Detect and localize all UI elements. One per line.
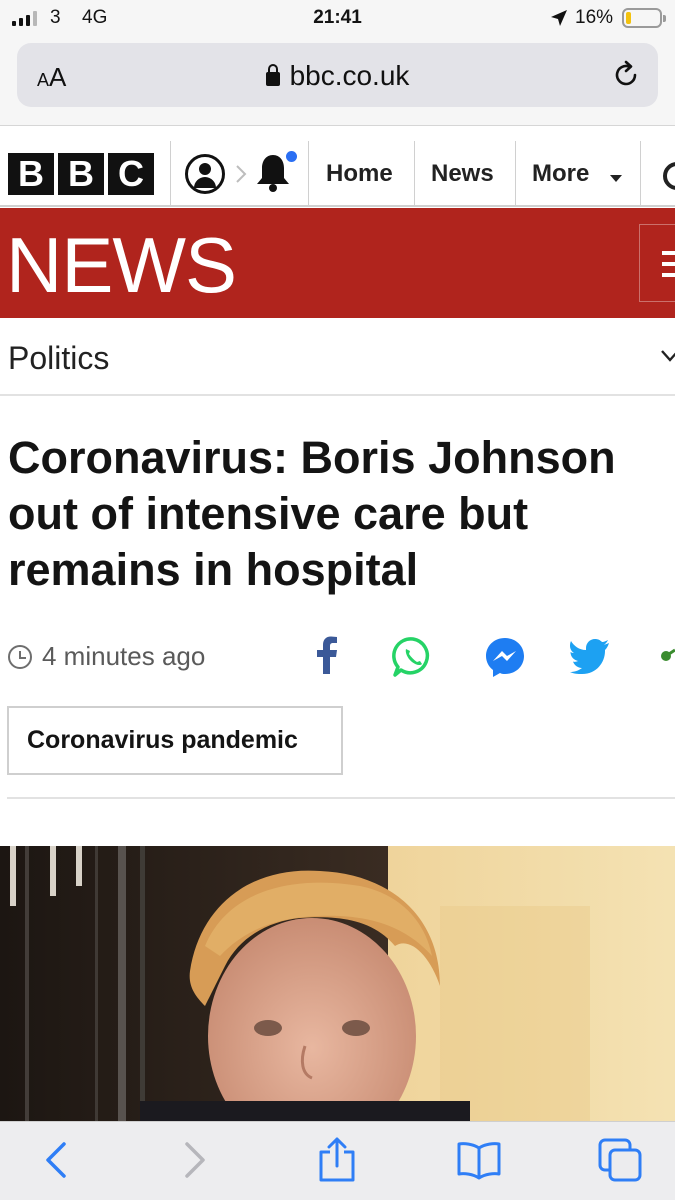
content-divider xyxy=(7,797,675,799)
clock-icon xyxy=(8,645,32,669)
nav-link-home[interactable]: Home xyxy=(326,160,393,188)
nav-divider xyxy=(515,141,516,205)
chevron-down-icon[interactable] xyxy=(660,349,675,363)
logo-letter: B xyxy=(8,153,54,195)
url-text: bbc.co.uk xyxy=(289,60,410,91)
back-icon[interactable] xyxy=(40,1140,70,1180)
tabs-icon[interactable] xyxy=(597,1137,645,1185)
article-photo xyxy=(0,846,675,1121)
account-icon[interactable] xyxy=(185,154,225,194)
battery-percent: 16% xyxy=(575,7,614,28)
bookmarks-icon[interactable] xyxy=(456,1140,502,1180)
twitter-icon[interactable] xyxy=(570,636,610,674)
whatsapp-icon[interactable] xyxy=(392,636,434,678)
logo-letter: B xyxy=(58,153,104,195)
reload-icon[interactable] xyxy=(611,60,641,90)
forward-icon[interactable] xyxy=(180,1140,210,1180)
nav-divider xyxy=(414,141,415,205)
status-time: 21:41 xyxy=(313,7,362,28)
share-icon[interactable] xyxy=(318,1136,356,1182)
location-arrow-icon xyxy=(551,10,567,26)
status-bar: 3 4G 21:41 16% xyxy=(0,0,675,36)
menu-icon[interactable] xyxy=(639,224,675,302)
battery-icon xyxy=(622,8,666,28)
section-navigation[interactable]: Politics xyxy=(0,318,675,396)
news-banner: NEWS xyxy=(0,208,675,318)
article-headline: Coronavirus: Boris Johnson out of intens… xyxy=(8,432,616,595)
notification-dot xyxy=(286,151,297,162)
caret-down-icon xyxy=(610,175,622,182)
nav-link-more[interactable]: More xyxy=(532,160,589,188)
nav-link-news[interactable]: News xyxy=(431,160,494,188)
bbc-navigation: B B C Home News More xyxy=(0,127,675,207)
section-label: Politics xyxy=(8,340,110,376)
share-link-icon[interactable] xyxy=(660,636,675,676)
address-bar[interactable]: AA bbc.co.uk xyxy=(17,43,658,107)
browser-address-area: AA bbc.co.uk xyxy=(0,36,675,126)
messenger-icon[interactable] xyxy=(484,636,526,678)
url-display[interactable]: bbc.co.uk xyxy=(17,60,658,92)
article-timestamp: 4 minutes ago xyxy=(42,641,206,671)
search-icon[interactable] xyxy=(663,162,675,190)
nav-divider xyxy=(308,141,309,205)
news-wordmark[interactable]: NEWS xyxy=(6,226,237,304)
nav-divider xyxy=(640,141,641,205)
facebook-icon[interactable] xyxy=(314,636,340,674)
bbc-logo[interactable]: B B C xyxy=(8,153,154,195)
chevron-right-icon xyxy=(236,165,247,183)
nav-divider xyxy=(170,141,171,205)
browser-toolbar xyxy=(0,1121,675,1200)
lock-icon xyxy=(265,64,280,86)
topic-tag-button[interactable]: Coronavirus pandemic xyxy=(7,706,343,775)
logo-letter: C xyxy=(108,153,154,195)
